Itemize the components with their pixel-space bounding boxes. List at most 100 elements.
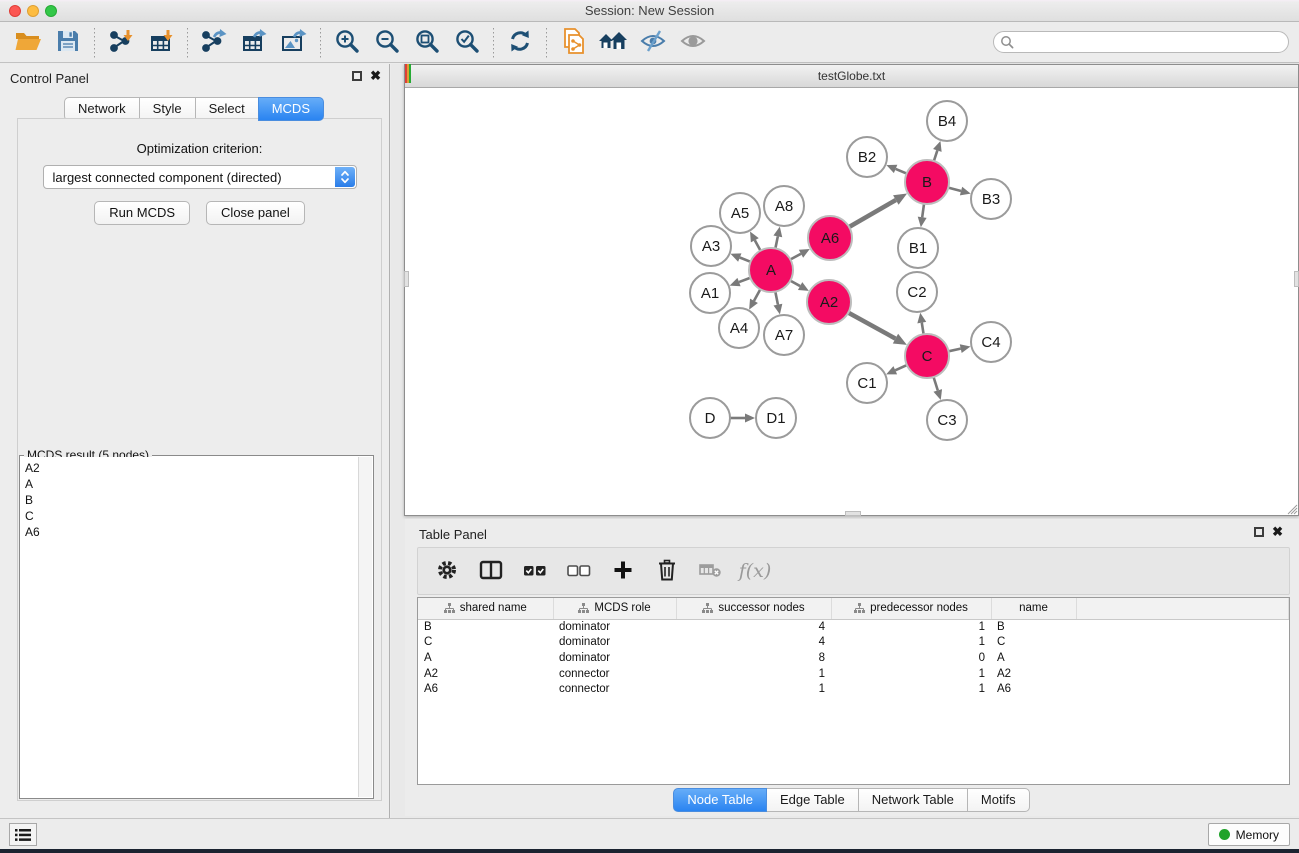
tab-motifs[interactable]: Motifs bbox=[967, 788, 1030, 812]
graph-node-B1[interactable]: B1 bbox=[898, 228, 938, 268]
zoom-fit-button[interactable] bbox=[407, 27, 447, 59]
hide-details-button[interactable] bbox=[633, 27, 673, 59]
graph-node-A4[interactable]: A4 bbox=[719, 308, 759, 348]
tab-mcds[interactable]: MCDS bbox=[258, 97, 324, 121]
import-network-button[interactable] bbox=[101, 27, 141, 59]
resize-grip-left[interactable] bbox=[404, 271, 409, 287]
resize-grip-right[interactable] bbox=[1294, 271, 1299, 287]
graph-node-A7[interactable]: A7 bbox=[764, 315, 804, 355]
deselect-all-icon bbox=[566, 558, 592, 585]
function-builder-button[interactable]: f(x) bbox=[738, 553, 772, 589]
show-details-button[interactable] bbox=[673, 27, 713, 59]
table-toolbar: f(x) bbox=[417, 547, 1290, 595]
apply-layout-button[interactable] bbox=[500, 27, 540, 59]
mcds-result-box: MCDS result (5 nodes) A2ABCA6 bbox=[19, 455, 374, 799]
close-panel-button[interactable]: Close panel bbox=[206, 201, 305, 225]
svg-text:A6: A6 bbox=[821, 230, 839, 247]
import-table-button[interactable] bbox=[141, 27, 181, 59]
table-row[interactable]: Cdominator41C bbox=[418, 635, 1289, 651]
column-header-MCDS-role[interactable]: MCDS role bbox=[553, 598, 676, 619]
export-image-button[interactable] bbox=[274, 27, 314, 59]
graph-node-A6[interactable]: A6 bbox=[808, 216, 852, 260]
result-item[interactable]: B bbox=[25, 492, 358, 508]
first-neighbors-button[interactable] bbox=[593, 27, 633, 59]
column-header-shared-name[interactable]: shared name bbox=[418, 598, 553, 619]
table-row[interactable]: A2connector11A2 bbox=[418, 666, 1289, 682]
zoom-selected-button[interactable] bbox=[447, 27, 487, 59]
graph-node-C[interactable]: C bbox=[905, 334, 949, 378]
graph-node-B3[interactable]: B3 bbox=[971, 179, 1011, 219]
run-mcds-button[interactable]: Run MCDS bbox=[94, 201, 190, 225]
graph-node-D1[interactable]: D1 bbox=[756, 398, 796, 438]
destroy-table-button[interactable] bbox=[694, 553, 728, 589]
deselect-all-button[interactable] bbox=[562, 553, 596, 589]
network-window-titlebar[interactable]: testGlobe.txt bbox=[405, 65, 1298, 88]
close-panel-icon[interactable]: ✖ bbox=[370, 71, 381, 81]
graph-node-B4[interactable]: B4 bbox=[927, 101, 967, 141]
memory-button[interactable]: Memory bbox=[1208, 823, 1290, 846]
settings-gear-button[interactable] bbox=[430, 553, 464, 589]
delete-column-button[interactable] bbox=[650, 553, 684, 589]
session-title: Session: New Session bbox=[0, 3, 1299, 18]
split-column-button[interactable] bbox=[474, 553, 508, 589]
resize-grip-bottom[interactable] bbox=[845, 511, 861, 516]
application-window: Session: New Session bbox=[0, 0, 1299, 853]
graph-node-C3[interactable]: C3 bbox=[927, 400, 967, 440]
svg-text:C3: C3 bbox=[937, 412, 956, 429]
result-scrollbar[interactable] bbox=[358, 457, 372, 797]
column-header-name[interactable]: name bbox=[991, 598, 1076, 619]
add-column-button[interactable] bbox=[606, 553, 640, 589]
select-all-checked-button[interactable] bbox=[518, 553, 552, 589]
table-panel-title: Table Panel bbox=[419, 527, 487, 542]
zoom-in-button[interactable] bbox=[327, 27, 367, 59]
graph-node-A8[interactable]: A8 bbox=[764, 186, 804, 226]
table-row[interactable]: Bdominator41B bbox=[418, 619, 1289, 635]
zoom-in-icon bbox=[334, 28, 361, 58]
svg-text:B1: B1 bbox=[909, 240, 927, 257]
settings-gear-icon bbox=[435, 558, 459, 585]
result-item[interactable]: A2 bbox=[25, 460, 358, 476]
result-item[interactable]: A6 bbox=[25, 524, 358, 540]
graph-node-B2[interactable]: B2 bbox=[847, 137, 887, 177]
close-table-panel-icon[interactable]: ✖ bbox=[1272, 527, 1283, 537]
task-history-button[interactable] bbox=[9, 823, 37, 846]
tab-node-table[interactable]: Node Table bbox=[673, 788, 767, 812]
float-table-panel-icon[interactable] bbox=[1254, 527, 1264, 537]
export-table-button[interactable] bbox=[234, 27, 274, 59]
tab-edge-table[interactable]: Edge Table bbox=[766, 788, 859, 812]
graph-node-A1[interactable]: A1 bbox=[690, 273, 730, 313]
table-row[interactable]: Adominator80A bbox=[418, 650, 1289, 666]
float-panel-icon[interactable] bbox=[352, 71, 362, 81]
criterion-select[interactable]: largest connected component (directed) bbox=[43, 165, 357, 189]
graph-node-C1[interactable]: C1 bbox=[847, 363, 887, 403]
result-item[interactable]: A bbox=[25, 476, 358, 492]
column-header-successor-nodes[interactable]: successor nodes bbox=[676, 598, 831, 619]
network-view-window: testGlobe.txt B4 B2 B B3 A8A5 A6 A3 B1 A A1 C2 A2 A4… bbox=[404, 64, 1299, 516]
column-header-predecessor-nodes[interactable]: predecessor nodes bbox=[831, 598, 991, 619]
graph-node-D[interactable]: D bbox=[690, 398, 730, 438]
graph-node-A2[interactable]: A2 bbox=[807, 280, 851, 324]
open-file-button[interactable] bbox=[8, 27, 48, 59]
zoom-out-button[interactable] bbox=[367, 27, 407, 59]
resize-grip-corner[interactable] bbox=[1284, 501, 1298, 515]
table-row[interactable]: A6connector11A6 bbox=[418, 681, 1289, 697]
graph-node-C4[interactable]: C4 bbox=[971, 322, 1011, 362]
graph-node-A5[interactable]: A5 bbox=[720, 193, 760, 233]
control-panel: Control Panel ✖ NetworkStyleSelectMCDS O… bbox=[0, 64, 390, 818]
column-type-icon bbox=[702, 603, 713, 614]
graph-node-A3[interactable]: A3 bbox=[691, 226, 731, 266]
import-network-icon bbox=[108, 28, 135, 58]
network-canvas[interactable]: B4 B2 B B3 A8A5 A6 A3 B1 A A1 C2 A2 A4A7 C4 C C1 C3 D D1 bbox=[406, 89, 1297, 514]
duplicate-network-button[interactable] bbox=[553, 27, 593, 59]
tab-network-table[interactable]: Network Table bbox=[858, 788, 968, 812]
graph-node-A[interactable]: A bbox=[749, 248, 793, 292]
search-icon bbox=[1000, 35, 1014, 49]
save-session-button[interactable] bbox=[48, 27, 88, 59]
export-network-button[interactable] bbox=[194, 27, 234, 59]
graph-node-B[interactable]: B bbox=[905, 160, 949, 204]
search-input[interactable] bbox=[993, 31, 1289, 53]
result-item[interactable]: C bbox=[25, 508, 358, 524]
graph-node-C2[interactable]: C2 bbox=[897, 272, 937, 312]
node-table: shared name MCDS role successor nodes pr… bbox=[417, 597, 1290, 785]
mcds-result-list[interactable]: A2ABCA6 bbox=[21, 457, 358, 797]
